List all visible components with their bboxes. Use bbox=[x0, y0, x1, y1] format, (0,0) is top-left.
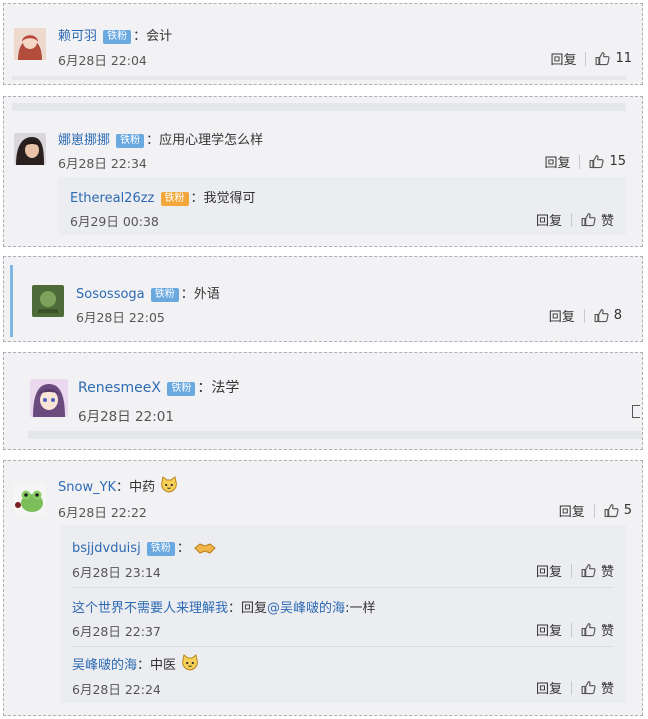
mention-link[interactable]: @吴峰啵的海 bbox=[267, 601, 345, 616]
comment-card: 赖可羽 铁粉 ：会计 6月28日 22:04 回复 11 bbox=[3, 3, 643, 85]
reply-button[interactable]: 回复 bbox=[536, 561, 562, 580]
like-button[interactable]: 赞 bbox=[601, 561, 614, 580]
reply-time: 6月28日 22:37 bbox=[72, 624, 161, 639]
thumbs-up-icon[interactable] bbox=[589, 154, 604, 169]
like-count[interactable]: 5 bbox=[624, 503, 632, 518]
thumbs-up-icon[interactable] bbox=[594, 308, 609, 323]
avatar[interactable] bbox=[14, 483, 46, 515]
like-count[interactable]: 15 bbox=[609, 154, 626, 169]
divider bbox=[570, 212, 572, 227]
reply-time: 6月28日 23:14 bbox=[72, 565, 161, 580]
reply-time: 6月29日 00:38 bbox=[70, 214, 159, 229]
comment-text: 法学 bbox=[211, 380, 240, 396]
avatar[interactable] bbox=[14, 133, 46, 165]
comment-text: 应用心理学怎么样 bbox=[159, 133, 264, 148]
username-link[interactable]: RenesmeeX bbox=[78, 380, 161, 396]
colon: ： bbox=[190, 191, 204, 206]
reply-time: 6月28日 22:24 bbox=[72, 682, 161, 697]
like-count[interactable]: 8 bbox=[614, 308, 622, 323]
reply-divider bbox=[72, 587, 614, 588]
thumbs-up-icon[interactable] bbox=[581, 563, 596, 578]
sub-reply-list: bsjjdvduisj 铁粉： 6月28日 23:14 回复 赞 这个世界不需要… bbox=[60, 525, 626, 703]
avatar[interactable] bbox=[30, 379, 68, 417]
reply-text: 我觉得可 bbox=[203, 191, 256, 206]
divider bbox=[570, 622, 572, 637]
username-link[interactable]: 娜崽挪挪 bbox=[58, 133, 110, 148]
thumbs-up-icon[interactable] bbox=[604, 503, 619, 518]
colon: ： bbox=[116, 480, 130, 495]
card-bottom-strip bbox=[12, 76, 626, 80]
comment-time: 6月28日 22:05 bbox=[76, 310, 165, 325]
reply-text: 中医 bbox=[150, 658, 177, 673]
handshake-emoji-icon bbox=[194, 543, 216, 554]
reply-button[interactable]: 回复 bbox=[549, 306, 575, 325]
username-link[interactable]: 吴峰啵的海 bbox=[72, 658, 137, 673]
comment-time: 6月28日 22:01 bbox=[78, 409, 174, 425]
colon: ： bbox=[137, 658, 151, 673]
reply-button[interactable]: 回复 bbox=[536, 210, 562, 229]
vip-fan-badge[interactable]: 铁粉 bbox=[160, 192, 189, 206]
card-top-strip bbox=[12, 103, 626, 111]
comment-time: 6月28日 22:34 bbox=[58, 156, 147, 171]
like-button[interactable]: 赞 bbox=[601, 210, 614, 229]
reply-button[interactable]: 回复 bbox=[536, 620, 562, 639]
username-link[interactable]: Ethereal26zz bbox=[70, 191, 154, 206]
reply-prefix: 回复 bbox=[241, 601, 268, 616]
reply-button[interactable]: 回复 bbox=[536, 678, 562, 697]
fan-badge[interactable]: 铁粉 bbox=[103, 30, 132, 44]
comment-card: RenesmeeX 铁粉 ：法学 6月28日 22:01 bbox=[3, 352, 643, 450]
divider bbox=[570, 680, 572, 695]
colon: ： bbox=[146, 133, 160, 148]
fan-badge[interactable]: 铁粉 bbox=[146, 542, 175, 556]
comment-card: 娜崽挪挪 铁粉 ：应用心理学怎么样 6月28日 22:34 回复 15 Ether… bbox=[3, 96, 643, 247]
comment-text: 会计 bbox=[146, 29, 173, 44]
fan-badge[interactable]: 铁粉 bbox=[167, 382, 196, 396]
like-button[interactable]: 赞 bbox=[601, 620, 614, 639]
comment-text: 中药 bbox=[129, 480, 156, 495]
username-link[interactable]: 这个世界不需要人来理解我 bbox=[72, 601, 228, 616]
username-link[interactable]: bsjjdvduisj bbox=[72, 541, 141, 556]
comment-time: 6月28日 22:04 bbox=[58, 53, 147, 68]
divider bbox=[583, 308, 585, 323]
accent-bar bbox=[10, 265, 13, 337]
colon: ： bbox=[133, 29, 147, 44]
username-link[interactable]: 赖可羽 bbox=[58, 29, 97, 44]
divider bbox=[585, 51, 587, 66]
divider bbox=[579, 154, 581, 169]
fan-badge[interactable]: 铁粉 bbox=[116, 134, 145, 148]
comment-body bbox=[8, 8, 638, 80]
reply-button[interactable]: 回复 bbox=[559, 501, 585, 520]
username-link[interactable]: Sosossoga bbox=[76, 287, 145, 302]
reply-button[interactable]: 回复 bbox=[544, 152, 570, 171]
reply-text: :一样 bbox=[345, 601, 376, 616]
avatar[interactable] bbox=[32, 285, 64, 317]
card-bottom-strip bbox=[28, 431, 642, 439]
comment-card: Sosossoga 铁粉 ：外语 6月28日 22:05 回复 8 bbox=[3, 256, 643, 342]
like-count[interactable]: 11 bbox=[615, 51, 632, 66]
thumbs-up-icon[interactable] bbox=[581, 212, 596, 227]
comment-text: 外语 bbox=[193, 287, 220, 302]
sub-reply: Ethereal26zz 铁粉 ：我觉得可 6月29日 00:38 回复 赞 bbox=[58, 177, 626, 235]
colon: ： bbox=[197, 380, 212, 396]
colon: ： bbox=[180, 287, 194, 302]
avatar[interactable] bbox=[14, 28, 46, 60]
divider bbox=[593, 503, 595, 518]
like-button[interactable]: 赞 bbox=[601, 678, 614, 697]
thumbs-up-icon[interactable] bbox=[581, 680, 596, 695]
colon: ： bbox=[228, 601, 242, 616]
thumbs-up-icon[interactable] bbox=[581, 622, 596, 637]
reply-divider bbox=[72, 646, 614, 647]
comment-card: Snow_YK：中药 6月28日 22:22 回复 5 bsjjdvduisj … bbox=[3, 460, 643, 716]
fan-badge[interactable]: 铁粉 bbox=[150, 288, 179, 302]
thumbs-up-icon[interactable] bbox=[595, 51, 610, 66]
divider bbox=[570, 563, 572, 578]
reply-button-cut[interactable] bbox=[632, 405, 640, 418]
username-link[interactable]: Snow_YK bbox=[58, 480, 116, 495]
reply-button[interactable]: 回复 bbox=[550, 49, 576, 68]
colon: ： bbox=[176, 541, 190, 556]
comment-time: 6月28日 22:22 bbox=[58, 505, 147, 520]
cat-emoji-icon bbox=[180, 653, 200, 673]
cat-emoji-icon bbox=[159, 475, 179, 495]
